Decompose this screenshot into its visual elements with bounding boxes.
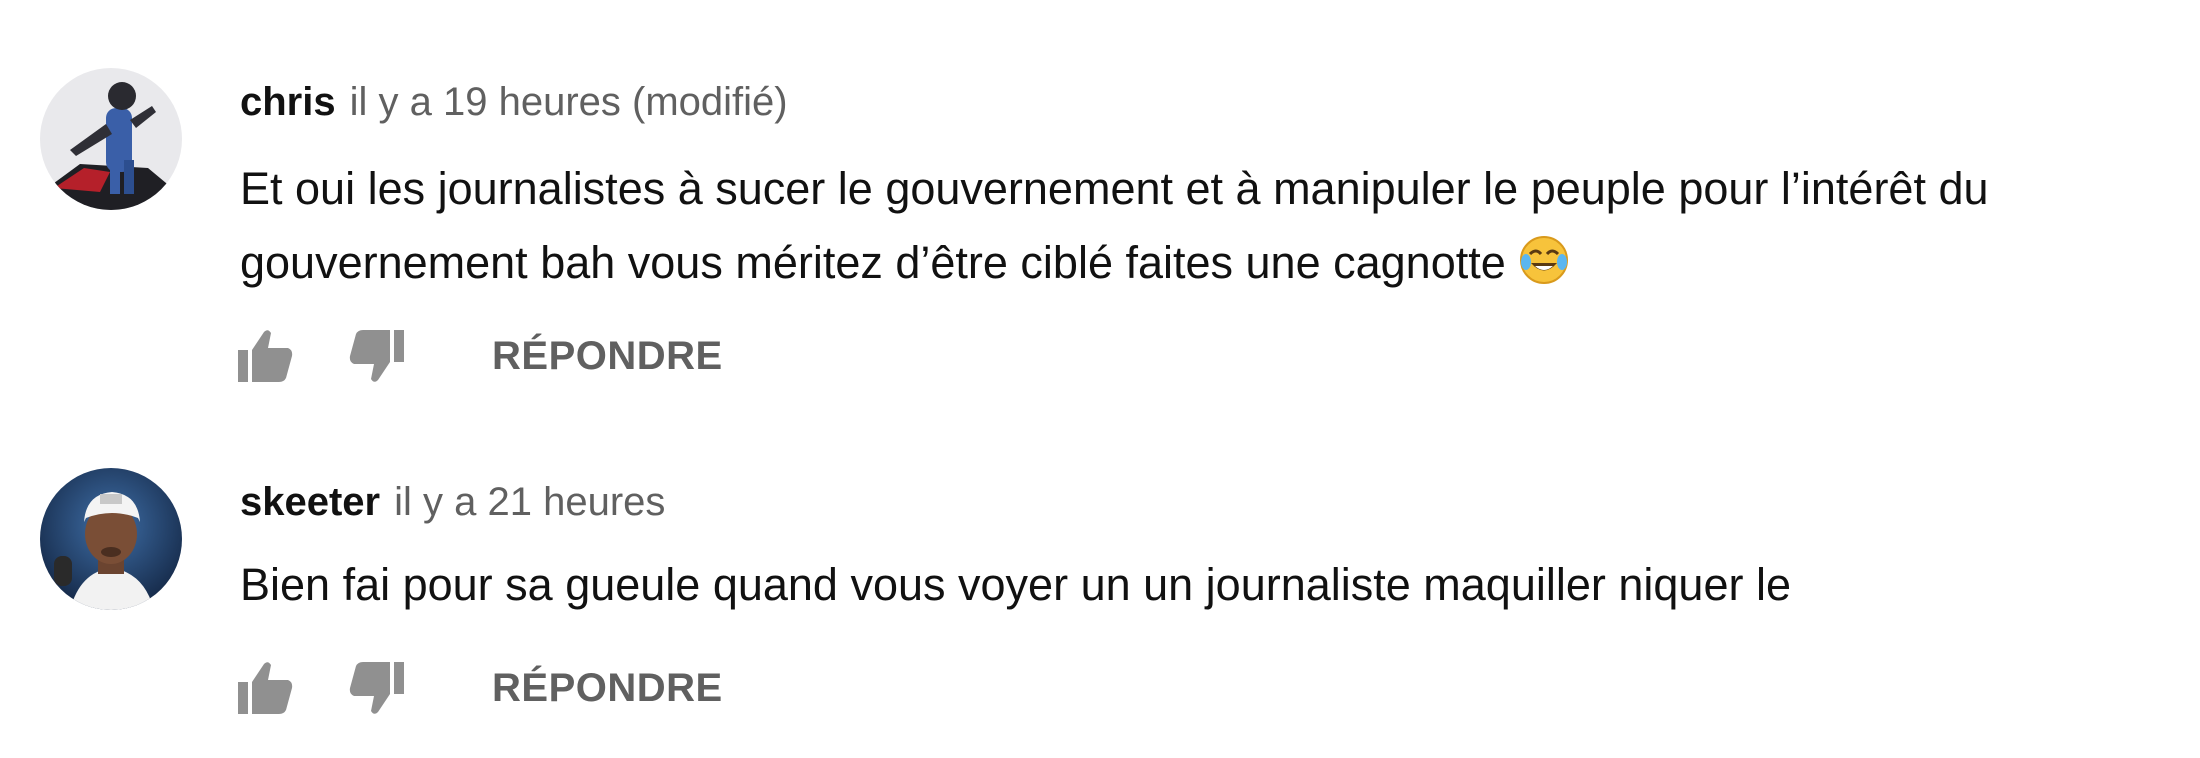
thumb-up-icon[interactable]	[236, 328, 294, 384]
reply-button[interactable]: RÉPONDRE	[492, 664, 723, 712]
avatar[interactable]	[40, 68, 182, 210]
avatar[interactable]	[40, 468, 182, 610]
comment: chris il y a 19 heures (modifié) Et oui l…	[0, 0, 2200, 400]
comment-header: skeeter il y a 21 heures	[240, 478, 665, 535]
avatar-image	[40, 468, 182, 610]
author-name[interactable]: skeeter	[240, 480, 380, 524]
comment-text: Bien fai pour sa gueule quand vous voyer…	[240, 559, 1791, 610]
comment-timestamp[interactable]: il y a 19 heures (modifié)	[350, 80, 788, 124]
comment: skeeter il y a 21 heures Bien fai pour sa…	[0, 400, 2200, 758]
comment-text-block: Et oui les journalistes à sucer le gouve…	[240, 152, 2180, 300]
thumb-up-icon[interactable]	[236, 660, 294, 716]
avatar-image	[40, 68, 182, 210]
comment-text-block: Bien fai pour sa gueule quand vous voyer…	[240, 548, 2180, 622]
reply-button[interactable]: RÉPONDRE	[492, 332, 723, 380]
thumb-down-icon[interactable]	[348, 328, 406, 384]
comment-timestamp[interactable]: il y a 21 heures	[394, 480, 665, 524]
comment-header: chris il y a 19 heures (modifié)	[240, 78, 788, 135]
thumb-down-icon[interactable]	[348, 660, 406, 716]
comment-text: Et oui les journalistes à sucer le gouve…	[240, 163, 1989, 288]
face-with-tears-of-joy-icon	[1520, 236, 1569, 284]
author-name[interactable]: chris	[240, 80, 336, 124]
